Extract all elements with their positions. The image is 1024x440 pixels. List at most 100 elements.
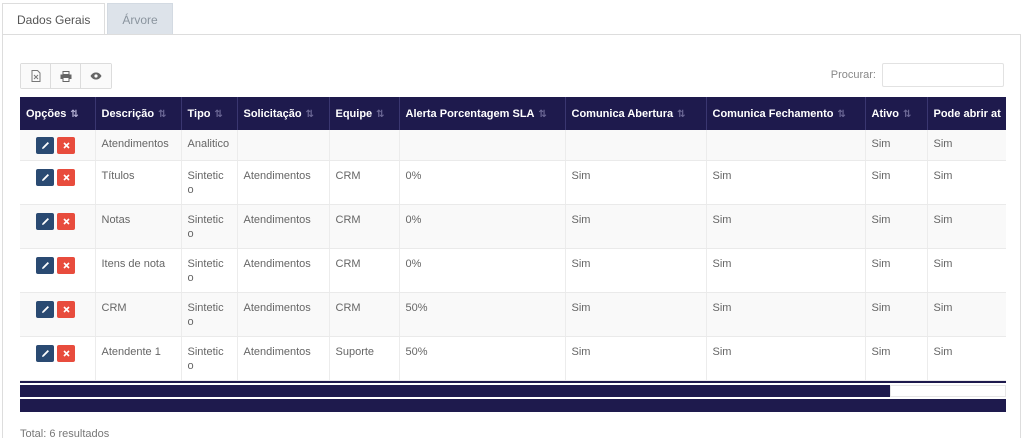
table-cell: Sim xyxy=(565,248,707,293)
scrollbar-thumb[interactable] xyxy=(20,385,890,397)
print-button[interactable] xyxy=(51,64,81,88)
table-cell: Notas xyxy=(95,204,182,249)
sort-icon: ⇅ xyxy=(903,108,912,120)
table-cell: Sim xyxy=(706,292,866,337)
print-icon xyxy=(60,70,71,82)
column-header-comunica-fechamento[interactable]: Comunica Fechamento ⇅ xyxy=(706,97,866,130)
table-cell: CRM xyxy=(329,292,400,337)
table-cell xyxy=(329,130,400,161)
options-cell xyxy=(20,336,96,381)
table-cell: Sim xyxy=(865,160,928,205)
close-icon xyxy=(62,261,70,269)
column-header-equipe[interactable]: Equipe ⇅ xyxy=(329,97,400,130)
column-header-opcoes[interactable]: Opções ⇅ xyxy=(20,97,96,130)
table-cell: Sim xyxy=(865,130,928,161)
table-cell: Sim xyxy=(927,160,1006,205)
table-row: Títulos Sintetic o Atendimentos CRM 0% Sim Sim… xyxy=(20,160,1006,205)
edit-button[interactable] xyxy=(36,137,54,154)
table-row: Atendente 1 Sintetic o Atendimentos Suporte… xyxy=(20,336,1006,381)
tab-dados-gerais[interactable]: Dados Gerais xyxy=(2,3,106,36)
pencil-icon xyxy=(41,261,49,269)
table-cell xyxy=(237,130,330,161)
table-bottom-border xyxy=(20,381,1006,383)
delete-button[interactable] xyxy=(57,344,75,362)
sort-icon: ⇅ xyxy=(677,108,686,120)
column-visibility-button[interactable] xyxy=(81,64,111,88)
table-cell: CRM xyxy=(329,160,400,205)
edit-button[interactable] xyxy=(36,344,54,362)
data-table-container: Opções ⇅ Descrição ⇅ Tipo ⇅ Solicitação ⇅ Eq… xyxy=(20,97,1006,383)
table-cell: Analitico xyxy=(181,130,238,161)
options-cell xyxy=(20,292,96,337)
table-cell: Sim xyxy=(927,204,1006,249)
edit-button[interactable] xyxy=(36,300,54,318)
scrollbar-track[interactable] xyxy=(890,385,1006,397)
column-header-comunica-abertura[interactable]: Comunica Abertura ⇅ xyxy=(565,97,707,130)
pencil-icon xyxy=(41,173,49,181)
pencil-icon xyxy=(41,349,49,357)
sort-icon: ⇅ xyxy=(376,108,385,120)
tab-arvore[interactable]: Árvore xyxy=(107,3,173,35)
table-cell: Sim xyxy=(706,204,866,249)
delete-button[interactable] xyxy=(57,168,75,186)
table-cell: Sim xyxy=(927,292,1006,337)
table-cell: Atendimentos xyxy=(95,130,182,161)
data-table: Opções ⇅ Descrição ⇅ Tipo ⇅ Solicitação ⇅ Eq… xyxy=(20,97,1006,381)
delete-button[interactable] xyxy=(57,212,75,230)
table-cell: Títulos xyxy=(95,160,182,205)
table-cell: Sim xyxy=(565,204,707,249)
delete-button[interactable] xyxy=(57,300,75,318)
table-toolbar xyxy=(20,63,112,89)
horizontal-scrollbar[interactable] xyxy=(20,381,1006,413)
column-header-alerta-sla[interactable]: Alerta Porcentagem SLA ⇅ xyxy=(399,97,566,130)
sort-icon: ⇅ xyxy=(538,108,547,120)
edit-button[interactable] xyxy=(36,168,54,186)
sort-asc-icon: ⇅ xyxy=(70,108,79,120)
close-icon xyxy=(62,349,70,357)
edit-button[interactable] xyxy=(36,256,54,274)
table-cell: 50% xyxy=(399,336,566,381)
table-cell: Sintetic o xyxy=(181,336,238,381)
options-cell xyxy=(20,160,96,205)
table-cell xyxy=(565,130,707,161)
tab-panel: Procurar: Opções ⇅ Descrição ⇅ Tipo ⇅ Solic… xyxy=(2,34,1021,440)
search-input[interactable] xyxy=(882,63,1004,87)
table-cell: CRM xyxy=(95,292,182,337)
column-header-solicitacao[interactable]: Solicitação ⇅ xyxy=(237,97,330,130)
table-cell: 50% xyxy=(399,292,566,337)
table-cell: 0% xyxy=(399,204,566,249)
table-cell: Atendimentos xyxy=(237,160,330,205)
column-header-tipo[interactable]: Tipo ⇅ xyxy=(181,97,238,130)
options-cell xyxy=(20,248,96,293)
table-cell xyxy=(399,130,566,161)
total-results: Total: 6 resultados xyxy=(20,428,110,440)
options-cell xyxy=(20,204,96,249)
excel-export-icon xyxy=(31,70,40,82)
table-cell: Atendimentos xyxy=(237,204,330,249)
table-header-row: Opções ⇅ Descrição ⇅ Tipo ⇅ Solicitação ⇅ Eq… xyxy=(20,97,1006,130)
sort-icon: ⇅ xyxy=(837,108,847,120)
edit-button[interactable] xyxy=(36,212,54,230)
export-excel-button[interactable] xyxy=(21,64,51,88)
table-cell: 0% xyxy=(399,248,566,293)
table-cell: Atendimentos xyxy=(237,336,330,381)
column-header-descricao[interactable]: Descrição ⇅ xyxy=(95,97,182,130)
table-cell: Atendimentos xyxy=(237,248,330,293)
eye-icon xyxy=(90,72,102,80)
table-cell: Sim xyxy=(865,292,928,337)
close-icon xyxy=(62,142,70,149)
delete-button[interactable] xyxy=(57,137,75,154)
table-row: Notas Sintetic o Atendimentos CRM 0% Sim Sim Si… xyxy=(20,204,1006,249)
delete-button[interactable] xyxy=(57,256,75,274)
table-cell: Sim xyxy=(927,336,1006,381)
table-cell: Sim xyxy=(706,248,866,293)
table-cell xyxy=(706,130,866,161)
column-header-ativo[interactable]: Ativo ⇅ xyxy=(865,97,928,130)
table-cell: Sim xyxy=(865,204,928,249)
column-header-pode-abrir[interactable]: Pode abrir at xyxy=(927,97,1006,130)
search-box: Procurar: xyxy=(831,63,1004,87)
table-row: CRM Sintetic o Atendimentos CRM 50% Sim Sim Sim… xyxy=(20,292,1006,337)
table-cell: Sim xyxy=(706,336,866,381)
table-cell: Sintetic o xyxy=(181,160,238,205)
table-cell: CRM xyxy=(329,248,400,293)
